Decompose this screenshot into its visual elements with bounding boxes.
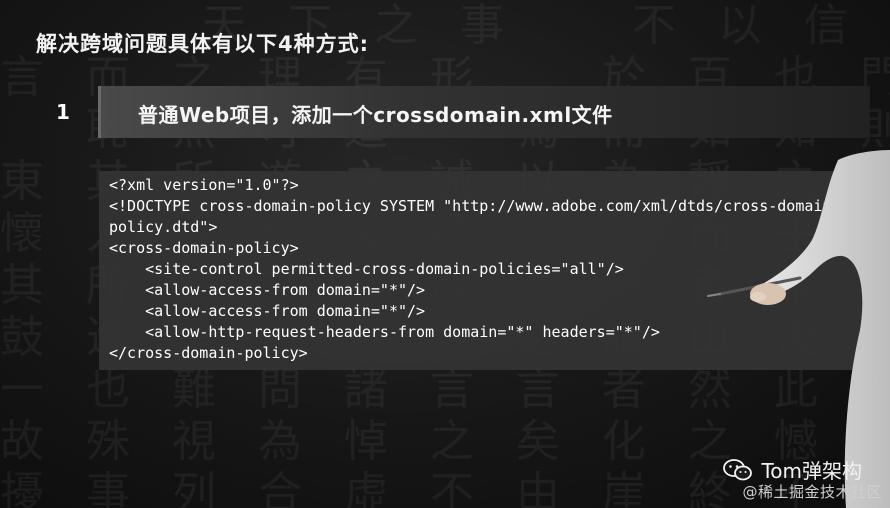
watermark: Tom弹架构 [723,455,862,484]
step-bar: 普通Web项目，添加一个crossdomain.xml文件 [98,86,870,138]
site-watermark: @稀土掘金技术社区 [742,483,882,501]
code-line: <site-control permitted-cross-domain-pol… [109,260,624,278]
code-line: <!DOCTYPE cross-domain-policy SYSTEM "ht… [109,197,841,215]
code-line: policy.dtd"> [109,218,218,236]
step-label: 普通Web项目，添加一个crossdomain.xml文件 [138,103,613,127]
watermark-channel: Tom弹架构 [761,459,862,483]
code-line: <allow-access-from domain="*"/> [109,302,426,320]
code-line: <cross-domain-policy> [109,239,299,257]
code-line: <?xml version="1.0"?> [109,176,299,194]
wechat-icon [723,458,753,480]
step-number: 1 [56,100,70,124]
code-line: <allow-http-request-headers-from domain=… [109,323,660,341]
slide-title: 解决跨域问题具体有以下4种方式: [36,32,370,56]
code-line: <allow-access-from domain="*"/> [109,281,426,299]
code-block: <?xml version="1.0"?> <!DOCTYPE cross-do… [99,171,890,370]
code-line: </cross-domain-policy> [109,344,308,362]
